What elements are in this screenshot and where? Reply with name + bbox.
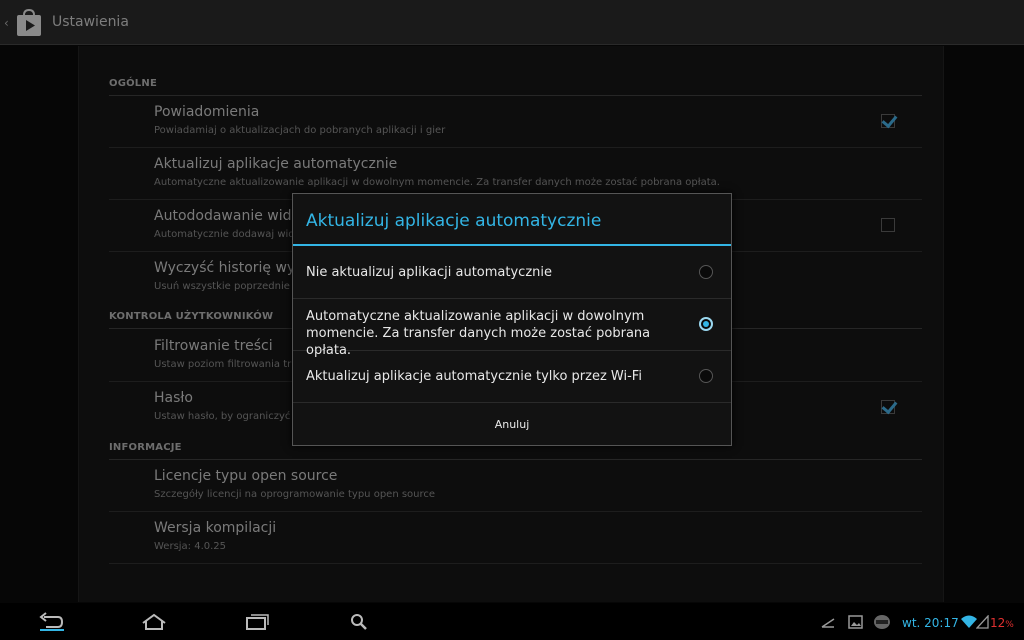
pref-title: Wyczyść historię wysz (154, 260, 310, 276)
pref-title: Autododawanie widże (154, 208, 308, 224)
radio-auto-update-anytime[interactable] (699, 317, 713, 331)
dialog-title-divider (293, 244, 731, 246)
gallery-icon (848, 615, 863, 629)
pref-title: Licencje typu open source (154, 468, 338, 484)
pref-title: Hasło (154, 390, 193, 406)
cancel-button[interactable]: Anuluj (293, 404, 731, 445)
auto-update-dialog: Aktualizuj aplikacje automatycznie Nie a… (292, 193, 732, 446)
pref-summary: Ustaw poziom filtrowania tr (154, 359, 292, 370)
up-caret-icon[interactable]: ‹ (4, 16, 9, 30)
home-icon[interactable] (140, 611, 168, 633)
pref-open-source-licenses[interactable]: Licencje typu open source Szczegóły lice… (109, 460, 922, 512)
pref-notifications[interactable]: Powiadomienia Powiadamiaj o aktualizacja… (109, 96, 922, 148)
sync-icon (874, 615, 890, 629)
pref-summary: Szczegóły licencji na oprogramowanie typ… (154, 489, 436, 500)
action-bar: ‹ Ustawienia (0, 0, 1024, 45)
back-icon[interactable] (38, 611, 66, 633)
pref-summary: Wersja: 4.0.25 (154, 541, 227, 552)
play-store-icon[interactable] (14, 9, 44, 37)
battery-icon: % (1005, 620, 1014, 630)
notifications-checkbox[interactable] (881, 114, 895, 128)
pref-build-version[interactable]: Wersja kompilacji Wersja: 4.0.25 (109, 512, 922, 564)
search-icon[interactable] (347, 611, 375, 633)
screen: ‹ Ustawienia OGÓLNE Powiadomienia Powiad… (0, 0, 1024, 640)
system-bar: wt. 20:17 12% (0, 603, 1024, 640)
pref-summary: Ustaw hasło, by ograniczyć (154, 411, 291, 422)
password-checkbox[interactable] (881, 400, 895, 414)
option-label: Aktualizuj aplikacje automatycznie tylko… (306, 369, 642, 384)
dialog-title: Aktualizuj aplikacje automatycznie (306, 211, 602, 231)
recent-apps-icon[interactable] (243, 611, 271, 633)
pref-summary: Powiadamiaj o aktualizacjach do pobranyc… (154, 125, 446, 136)
radio-auto-update-wifi-only[interactable] (699, 369, 713, 383)
auto-add-widgets-checkbox[interactable] (881, 218, 895, 232)
battery-percent: 12 (990, 616, 1006, 630)
pref-summary: Automatyczne aktualizowanie aplikacji w … (154, 177, 720, 188)
pref-summary: Usuń wszystkie poprzednie (154, 281, 290, 292)
option-no-auto-update[interactable]: Nie aktualizuj aplikacji automatycznie (293, 247, 731, 299)
radio-no-auto-update[interactable] (699, 265, 713, 279)
pref-title: Filtrowanie treści (154, 338, 273, 354)
page-title: Ustawienia (52, 14, 129, 30)
signal-icon (976, 615, 989, 629)
option-auto-update-wifi-only[interactable]: Aktualizuj aplikacje automatycznie tylko… (293, 351, 731, 403)
pref-title: Wersja kompilacji (154, 520, 277, 536)
pref-title: Aktualizuj aplikacje automatycznie (154, 156, 398, 172)
status-clock[interactable]: wt. 20:17 (902, 616, 959, 630)
usb-debug-icon (821, 618, 835, 628)
pref-title: Powiadomienia (154, 104, 260, 120)
pref-summary: Automatycznie dodawaj wid (154, 229, 295, 240)
battery-level: 12% (990, 616, 1014, 630)
option-label: Nie aktualizuj aplikacji automatycznie (306, 265, 553, 280)
section-header-general: OGÓLNE (109, 78, 922, 96)
option-auto-update-anytime[interactable]: Automatyczne aktualizowanie aplikacji w … (293, 299, 731, 358)
